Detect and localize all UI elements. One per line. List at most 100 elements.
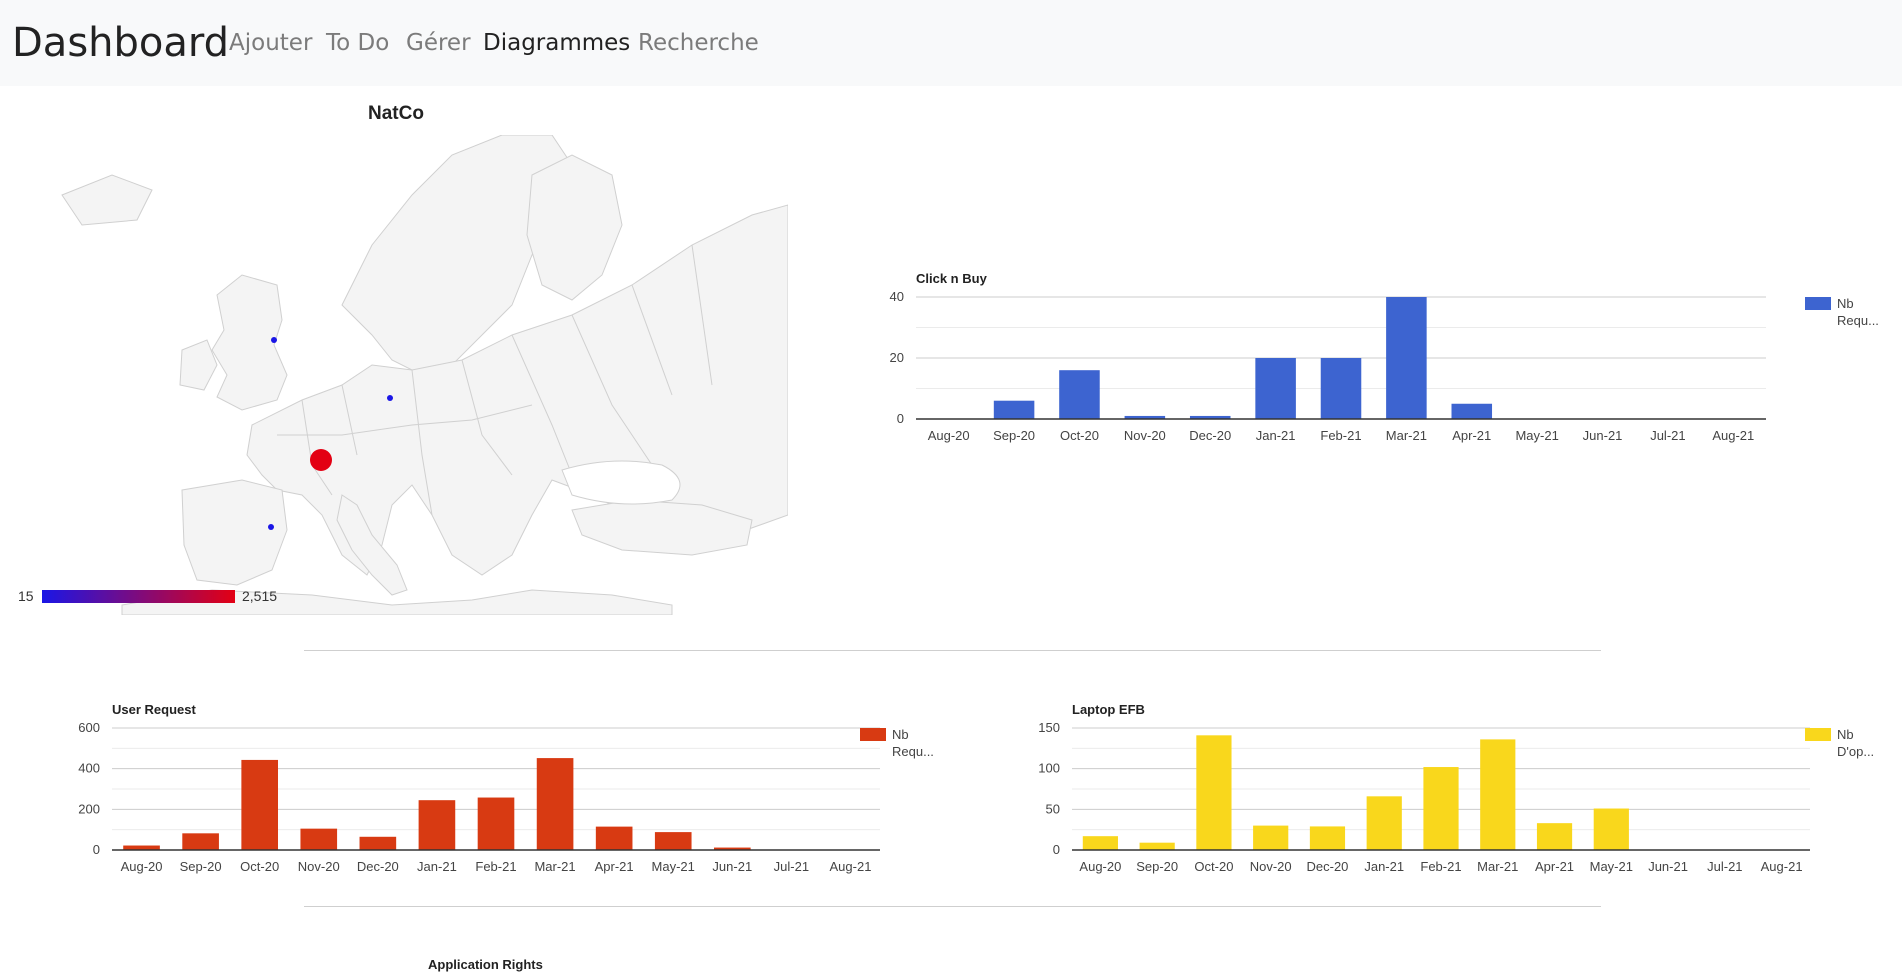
divider-2 bbox=[304, 906, 1601, 907]
x-tick-label: Nov-20 bbox=[298, 859, 340, 874]
legend-swatch bbox=[860, 728, 886, 741]
legend-label-line: Requ... bbox=[892, 744, 934, 759]
bar[interactable] bbox=[300, 828, 338, 850]
x-tick-label: Aug-21 bbox=[830, 859, 872, 874]
bar[interactable] bbox=[418, 800, 456, 850]
chart-laptop-efb: Laptop EFB 0 50 100 150 Aug-20 Sep-20 Oct-20 Nov… bbox=[1038, 702, 1874, 874]
bar[interactable] bbox=[1196, 735, 1232, 850]
x-tick-label: Mar-21 bbox=[1386, 428, 1427, 443]
x-tick-label: Sep-20 bbox=[993, 428, 1035, 443]
x-tick-label: Feb-21 bbox=[1320, 428, 1361, 443]
chart-title: User Request bbox=[112, 702, 196, 717]
map-marker-germany bbox=[387, 395, 393, 401]
map-marker-france bbox=[310, 449, 332, 471]
y-tick-label: 0 bbox=[897, 411, 904, 426]
y-tick-label: 40 bbox=[890, 289, 904, 304]
bar[interactable] bbox=[1309, 826, 1346, 850]
y-tick-label: 400 bbox=[78, 761, 100, 776]
bar[interactable] bbox=[654, 832, 692, 850]
legend-label-line: Nb bbox=[892, 727, 909, 742]
legend-label-line: D'op... bbox=[1837, 744, 1874, 759]
bar[interactable] bbox=[1139, 842, 1175, 850]
x-tick-label: Dec-20 bbox=[1307, 859, 1349, 874]
bar[interactable] bbox=[1253, 825, 1289, 850]
x-tick-label: Jun-21 bbox=[712, 859, 752, 874]
legend-label-line: Nb bbox=[1837, 727, 1854, 742]
nav-link-diagrammes[interactable]: Diagrammes bbox=[483, 30, 630, 56]
bar[interactable] bbox=[1480, 739, 1516, 850]
legend-label: Nb D'op... bbox=[1837, 727, 1874, 759]
x-tick-label: Aug-20 bbox=[121, 859, 163, 874]
legend-label-line: Nb bbox=[1837, 296, 1854, 311]
x-tick-label: Jul-21 bbox=[774, 859, 809, 874]
x-tick-label: Oct-20 bbox=[1194, 859, 1233, 874]
bar[interactable] bbox=[477, 797, 515, 850]
legend-swatch bbox=[1805, 297, 1831, 310]
x-tick-label: Apr-21 bbox=[1452, 428, 1491, 443]
legend-label-line: Requ... bbox=[1837, 313, 1879, 328]
map-legend-min: 15 bbox=[18, 588, 34, 604]
x-tick-label: Nov-20 bbox=[1124, 428, 1166, 443]
nav-link-ajouter[interactable]: Ajouter bbox=[229, 30, 312, 56]
brand-link[interactable]: Dashboard bbox=[12, 20, 229, 66]
bar[interactable] bbox=[1593, 808, 1629, 850]
chart-click-n-buy: Click n Buy 0 20 40 Aug-20 Sep-20 Oct-20 Nov-20… bbox=[890, 271, 1879, 443]
x-tick-label: Jul-21 bbox=[1707, 859, 1742, 874]
y-tick-label: 600 bbox=[78, 720, 100, 735]
bar[interactable] bbox=[595, 826, 633, 850]
x-tick-label: Oct-20 bbox=[240, 859, 279, 874]
x-tick-label: Dec-20 bbox=[357, 859, 399, 874]
y-tick-label: 0 bbox=[93, 842, 100, 857]
x-tick-label: Jun-21 bbox=[1583, 428, 1623, 443]
nav-link-todo[interactable]: To Do bbox=[326, 30, 389, 56]
map-land-iberia bbox=[181, 479, 288, 586]
nav-link-recherche[interactable]: Recherche bbox=[638, 30, 759, 56]
bar[interactable] bbox=[536, 758, 574, 850]
europe-map[interactable] bbox=[12, 135, 788, 615]
y-tick-label: 200 bbox=[78, 801, 100, 816]
bar[interactable] bbox=[1320, 358, 1362, 419]
legend-label: Nb Requ... bbox=[1837, 296, 1879, 328]
y-tick-label: 50 bbox=[1046, 801, 1060, 816]
map-marker-spain bbox=[268, 524, 274, 530]
x-tick-label: May-21 bbox=[652, 859, 695, 874]
y-tick-label: 100 bbox=[1038, 761, 1060, 776]
bar[interactable] bbox=[241, 759, 279, 850]
bar[interactable] bbox=[1366, 796, 1402, 850]
bar[interactable] bbox=[182, 833, 219, 850]
nav-link-gerer[interactable]: Gérer bbox=[406, 30, 471, 56]
x-tick-label: Mar-21 bbox=[534, 859, 575, 874]
x-tick-label: Dec-20 bbox=[1189, 428, 1231, 443]
bar[interactable] bbox=[993, 400, 1035, 419]
bar[interactable] bbox=[1255, 358, 1296, 419]
bar[interactable] bbox=[1059, 370, 1100, 419]
x-tick-label: May-21 bbox=[1515, 428, 1558, 443]
x-tick-label: Aug-21 bbox=[1761, 859, 1803, 874]
bar[interactable] bbox=[1451, 403, 1493, 419]
y-tick-label: 0 bbox=[1053, 842, 1060, 857]
map-legend-max: 2,515 bbox=[242, 588, 278, 604]
x-tick-label: Jun-21 bbox=[1648, 859, 1688, 874]
chart-user-request: User Request 0 200 400 600 Aug-20 Sep-20 Oct-20… bbox=[78, 702, 934, 874]
bar[interactable] bbox=[1082, 836, 1118, 850]
chart-title: Click n Buy bbox=[916, 271, 988, 286]
x-tick-label: Jul-21 bbox=[1650, 428, 1685, 443]
y-tick-label: 150 bbox=[1038, 720, 1060, 735]
x-tick-label: Feb-21 bbox=[1420, 859, 1461, 874]
x-tick-label: Sep-20 bbox=[180, 859, 222, 874]
x-tick-label: Feb-21 bbox=[475, 859, 516, 874]
x-tick-label: May-21 bbox=[1590, 859, 1633, 874]
x-tick-label: Jan-21 bbox=[1256, 428, 1296, 443]
chart-title: Laptop EFB bbox=[1072, 702, 1145, 717]
x-tick-label: Nov-20 bbox=[1250, 859, 1292, 874]
x-tick-label: Mar-21 bbox=[1477, 859, 1518, 874]
x-tick-label: Jan-21 bbox=[1364, 859, 1404, 874]
bar[interactable] bbox=[359, 836, 397, 850]
legend-label: Nb Requ... bbox=[892, 727, 934, 759]
bar[interactable] bbox=[1423, 767, 1459, 850]
navbar: Dashboard Ajouter To Do Gérer Diagrammes… bbox=[0, 0, 1902, 86]
x-tick-label: Aug-20 bbox=[928, 428, 970, 443]
x-tick-label: Aug-21 bbox=[1712, 428, 1754, 443]
bar[interactable] bbox=[1386, 297, 1427, 419]
bar[interactable] bbox=[1536, 823, 1573, 850]
